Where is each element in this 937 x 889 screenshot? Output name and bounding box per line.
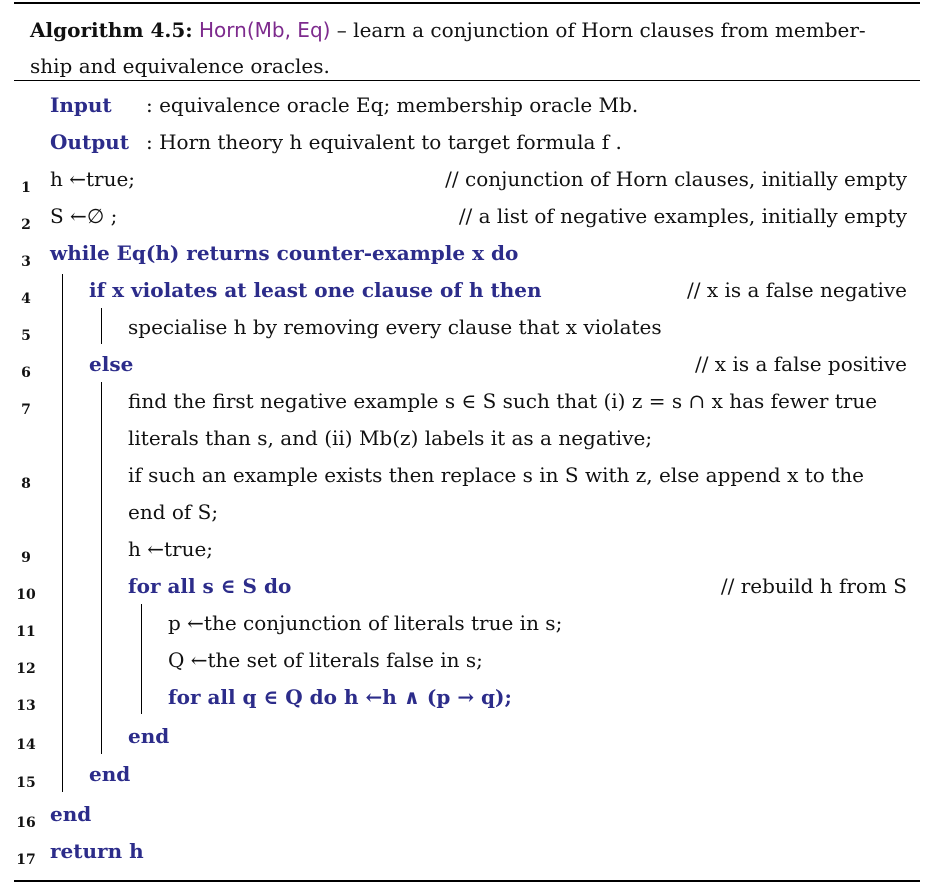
line-text: specialise h by removing every clause th… [128, 315, 662, 339]
line-text: return h [50, 839, 144, 863]
line-number: 17 [16, 852, 36, 868]
line-number: 8 [21, 476, 31, 492]
line-number: 15 [16, 775, 36, 791]
while-block-bar [62, 274, 63, 792]
caption-description-1: – learn a conjunction of Horn clauses fr… [330, 18, 866, 42]
line-text: while Eq(h) returns counter-example x do [50, 241, 519, 265]
line-number: 6 [21, 365, 31, 381]
line-number: 9 [21, 550, 31, 566]
line-number: 16 [16, 815, 36, 831]
bottom-rule [14, 880, 920, 882]
line-text: if x violates at least one clause of h t… [89, 278, 542, 302]
line-text-continued: end of S; [128, 500, 219, 524]
input-line: Input : equivalence oracle Eq; membership… [50, 87, 638, 123]
line-comment: // a list of negative examples, initiall… [458, 204, 907, 228]
line-number: 1 [21, 180, 31, 196]
output-text: : Horn theory h equivalent to target for… [146, 130, 622, 154]
line-text: end [89, 762, 131, 786]
else-block-bar [101, 382, 102, 754]
line-comment: // rebuild h from S [720, 574, 907, 598]
line-number: 12 [16, 661, 36, 677]
line-text: end [128, 724, 170, 748]
line-text-continued: literals than s, and (ii) Mb(z) labels i… [128, 426, 653, 450]
caption-rule [14, 80, 920, 81]
line-text: if such an example exists then replace s… [128, 463, 864, 487]
line-comment: // x is a false positive [694, 352, 907, 376]
top-rule [14, 2, 920, 4]
line-text: end [50, 802, 92, 826]
caption-line-2: ship and equivalence oracles. [30, 54, 330, 78]
caption-line-1: Algorithm 4.5: Horn(Mb, Eq) – learn a co… [30, 12, 910, 48]
line-text: for all q ∈ Q do h ←h ∧ (p → q); [168, 685, 512, 709]
line-text: h ←true; [128, 537, 214, 561]
line-number: 7 [21, 402, 31, 418]
line-comment: // conjunction of Horn clauses, initiall… [445, 167, 907, 191]
for-block-bar [141, 604, 142, 714]
line-text: Q ←the set of literals false in s; [168, 648, 483, 672]
caption-label: Algorithm 4.5: [30, 18, 193, 42]
algorithm-caption: Algorithm 4.5: Horn(Mb, Eq) – learn a co… [30, 12, 910, 84]
line-number: 10 [16, 587, 36, 603]
line-text: find the first negative example s ∈ S su… [128, 389, 878, 413]
line-number: 3 [21, 254, 31, 270]
line-number: 5 [21, 328, 31, 344]
line-text: p ←the conjunction of literals true in s… [168, 611, 563, 635]
line-number: 13 [16, 698, 36, 714]
line-number: 2 [21, 217, 31, 233]
line-number: 4 [21, 291, 31, 307]
output-label: Output [50, 130, 129, 154]
line-text: for all s ∈ S do [128, 574, 292, 598]
input-text: : equivalence oracle Eq; membership orac… [146, 93, 639, 117]
line-text: else [89, 352, 134, 376]
line-text: S ←∅ ; [50, 204, 118, 228]
line-comment: // x is a false negative [687, 278, 907, 302]
line-text: h ←true; [50, 167, 136, 191]
line-number: 14 [16, 737, 36, 753]
input-label: Input [50, 93, 112, 117]
line-number: 11 [16, 624, 36, 640]
if-block-bar [101, 308, 102, 344]
algorithm-name: Horn(Mb, Eq) [199, 18, 331, 42]
output-line: Output : Horn theory h equivalent to targ… [50, 124, 622, 160]
